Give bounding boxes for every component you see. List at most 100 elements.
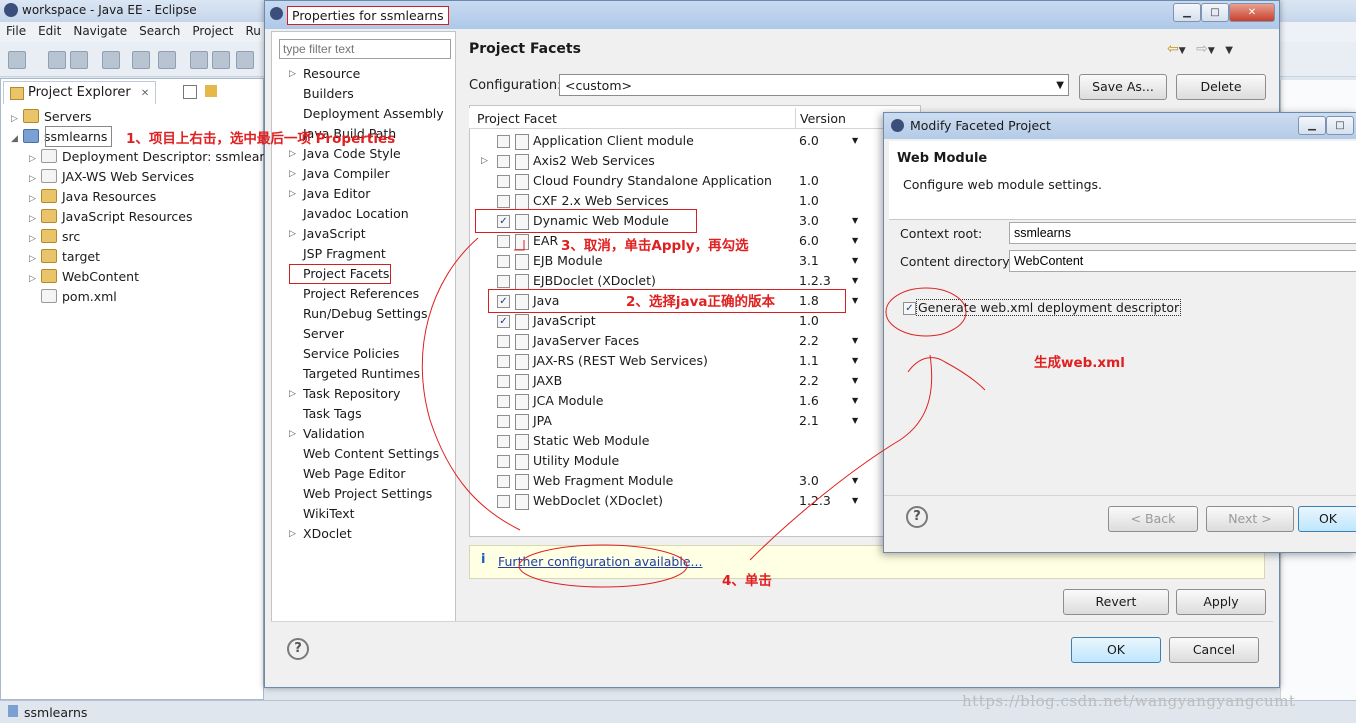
expand-arrow-icon[interactable]: ▷ — [29, 209, 41, 229]
nav-item[interactable]: WikiText — [303, 504, 355, 524]
resume-icon[interactable] — [190, 51, 208, 69]
nav-item[interactable]: Project Facets — [303, 264, 389, 284]
save-icon[interactable] — [48, 51, 66, 69]
expand-arrow-icon[interactable]: ▷ — [289, 524, 296, 544]
collapse-all-icon[interactable] — [183, 85, 197, 99]
nav-item[interactable]: Web Content Settings — [303, 444, 439, 464]
chevron-down-icon[interactable]: ▼ — [852, 491, 858, 511]
facet-name[interactable]: Cloud Foundry Standalone Application — [533, 171, 772, 191]
expand-arrow-icon[interactable]: ▷ — [29, 189, 41, 209]
facet-name[interactable]: JCA Module — [533, 391, 603, 411]
facet-checkbox[interactable] — [497, 335, 510, 348]
facet-name[interactable]: Static Web Module — [533, 431, 649, 451]
facet-checkbox[interactable] — [497, 155, 510, 168]
facet-version[interactable]: 1.2.3 — [799, 271, 831, 291]
cancel-button[interactable]: Cancel — [1169, 637, 1259, 663]
expand-arrow-icon[interactable]: ▷ — [29, 269, 41, 289]
expand-arrow-icon[interactable]: ▷ — [29, 229, 41, 249]
nav-item[interactable]: XDoclet — [303, 524, 352, 544]
expand-arrow-icon[interactable]: ▷ — [29, 149, 41, 169]
maximize-button[interactable]: □ — [1326, 116, 1354, 135]
apply-button[interactable]: Apply — [1176, 589, 1266, 615]
facet-name[interactable]: JAXB — [533, 371, 562, 391]
next-button[interactable]: Next > — [1206, 506, 1294, 532]
tree-item[interactable]: ▷ target — [29, 247, 100, 267]
facet-version[interactable]: 2.1 — [799, 411, 819, 431]
facet-checkbox[interactable] — [497, 275, 510, 288]
facet-version[interactable]: 1.0 — [799, 171, 819, 191]
maximize-button[interactable]: □ — [1201, 3, 1229, 22]
chevron-down-icon[interactable]: ▼ — [852, 271, 858, 291]
nav-item[interactable]: Java Code Style — [303, 144, 401, 164]
chevron-down-icon[interactable]: ▼ — [852, 351, 858, 371]
nav-item[interactable]: Run/Debug Settings — [303, 304, 428, 324]
facet-name[interactable]: JavaServer Faces — [533, 331, 639, 351]
facet-name[interactable]: EJBDoclet (XDoclet) — [533, 271, 656, 291]
facet-checkbox[interactable] — [497, 195, 510, 208]
expand-arrow-icon[interactable]: ▷ — [289, 384, 296, 404]
expand-arrow-icon[interactable]: ▷ — [29, 249, 41, 269]
facet-version[interactable]: 3.1 — [799, 251, 819, 271]
tree-item[interactable]: ▷ WebContent — [29, 267, 139, 287]
tab-project-explorer[interactable]: Project Explorer ✕ — [3, 81, 157, 104]
menu-item[interactable]: Ru — [239, 22, 266, 40]
facet-version[interactable]: 1.0 — [799, 311, 819, 331]
nav-item[interactable]: Java Editor — [303, 184, 370, 204]
nav-item[interactable]: Java Compiler — [303, 164, 390, 184]
expand-arrow-icon[interactable]: ▷ — [289, 184, 296, 204]
nav-item[interactable]: Project References — [303, 284, 419, 304]
finish-ok-button[interactable]: OK — [1298, 506, 1356, 532]
chevron-down-icon[interactable]: ▼ — [1208, 46, 1215, 56]
facet-name[interactable]: Application Client module — [533, 131, 694, 151]
chevron-down-icon[interactable]: ▼ — [852, 391, 858, 411]
facet-name[interactable]: EJB Module — [533, 251, 603, 271]
chevron-down-icon[interactable]: ▼ — [852, 411, 858, 431]
ok-button[interactable]: OK — [1071, 637, 1161, 663]
skip-breakpoints-icon[interactable] — [158, 51, 176, 69]
chevron-down-icon[interactable]: ▼ — [852, 291, 858, 311]
suspend-icon[interactable] — [212, 51, 230, 69]
facet-checkbox[interactable] — [497, 235, 510, 248]
new-icon[interactable] — [8, 51, 26, 69]
nav-item[interactable]: Validation — [303, 424, 365, 444]
menu-item[interactable]: Search — [133, 22, 186, 40]
expand-arrow-icon[interactable]: ▷ — [481, 151, 488, 171]
close-button[interactable]: ✕ — [1229, 3, 1275, 22]
expand-arrow-icon[interactable]: ▷ — [289, 64, 296, 84]
nav-item[interactable]: Targeted Runtimes — [303, 364, 420, 384]
facet-checkbox[interactable] — [497, 435, 510, 448]
chevron-down-icon[interactable]: ▼ — [852, 211, 858, 231]
save-as-button[interactable]: Save As... — [1079, 74, 1167, 100]
menu-item[interactable]: File — [0, 22, 32, 40]
tree-item[interactable]: ▷ Java Resources — [29, 187, 156, 207]
tree-item[interactable]: ▷ JavaScript Resources — [29, 207, 192, 227]
tree-item[interactable]: ▷ Deployment Descriptor: ssmlearn — [29, 147, 272, 167]
expand-arrow-icon[interactable]: ▷ — [289, 144, 296, 164]
tree-item[interactable]: ▷ JAX-WS Web Services — [29, 167, 194, 187]
minimize-button[interactable]: ▁ — [1173, 3, 1201, 22]
menu-item[interactable]: Edit — [32, 22, 67, 40]
menu-item[interactable]: Project — [186, 22, 239, 40]
facet-checkbox[interactable] — [497, 455, 510, 468]
save-all-icon[interactable] — [70, 51, 88, 69]
expand-arrow-icon[interactable]: ▷ — [289, 164, 296, 184]
tree-item[interactable]: ▷ Servers — [11, 107, 92, 127]
forward-arrow-icon[interactable]: ⇨ — [1196, 41, 1208, 57]
print-icon[interactable] — [102, 51, 120, 69]
context-root-input[interactable] — [1009, 222, 1356, 244]
nav-item[interactable]: Deployment Assembly — [303, 104, 444, 124]
tree-item[interactable]: ▷ src — [29, 227, 80, 247]
revert-button[interactable]: Revert — [1063, 589, 1169, 615]
facet-name[interactable]: Axis2 Web Services — [533, 151, 655, 171]
facet-checkbox[interactable] — [497, 255, 510, 268]
nav-item[interactable]: Task Repository — [303, 384, 400, 404]
close-icon[interactable]: ✕ — [141, 88, 149, 99]
content-directory-input[interactable] — [1009, 250, 1356, 272]
chevron-down-icon[interactable]: ▼ — [852, 471, 858, 491]
generate-webxml-label[interactable]: Generate web.xml deployment descriptor — [916, 299, 1182, 316]
nav-item[interactable]: Task Tags — [303, 404, 362, 424]
chevron-down-icon[interactable]: ▼ — [852, 251, 858, 271]
expand-arrow-icon[interactable]: ▷ — [29, 169, 41, 189]
nav-item[interactable]: Web Project Settings — [303, 484, 432, 504]
expand-arrow-icon[interactable]: ▷ — [289, 424, 296, 444]
